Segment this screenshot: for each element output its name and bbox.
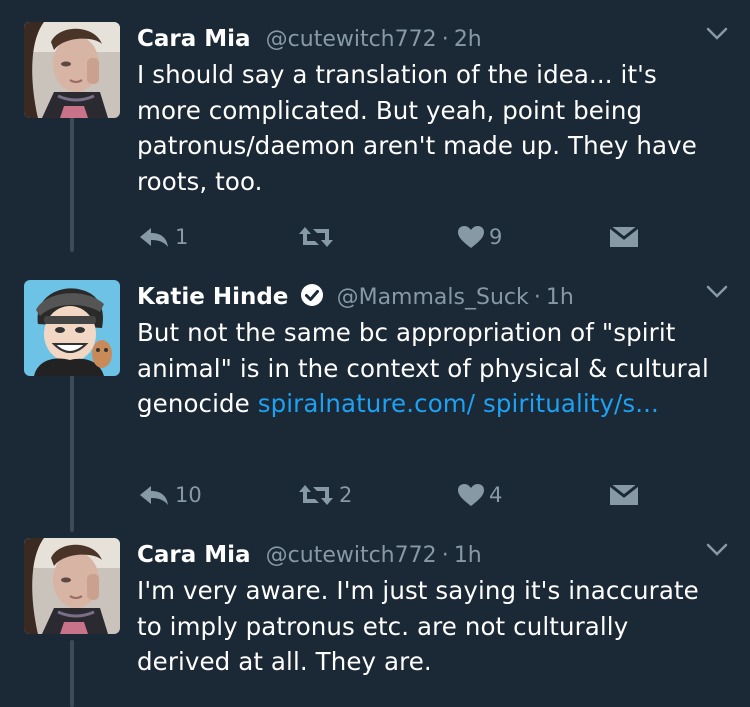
tweet-text-content: I should say a translation of the idea..… bbox=[137, 60, 697, 196]
like-count: 9 bbox=[489, 225, 503, 249]
chevron-down-icon[interactable] bbox=[706, 26, 728, 45]
verified-badge-icon bbox=[300, 283, 324, 319]
reply-count: 10 bbox=[175, 483, 202, 507]
retweet-button[interactable]: 2 bbox=[297, 480, 352, 510]
chevron-down-icon[interactable] bbox=[706, 542, 728, 561]
tweet-actions bbox=[137, 702, 647, 707]
tweet-content: Katie Hinde @Mammals_Suck · 1h But not t… bbox=[137, 280, 720, 422]
tweet-link[interactable]: spiralnature.com/ spirituality/s... bbox=[258, 389, 659, 418]
like-button[interactable]: 4 bbox=[457, 480, 502, 510]
tweet-header: Katie Hinde @Mammals_Suck · 1h bbox=[137, 280, 720, 314]
direct-message-button[interactable] bbox=[609, 222, 639, 252]
reply-count: 1 bbox=[175, 225, 189, 249]
tweet-actions: 10 2 4 bbox=[137, 480, 647, 510]
tweet-content: Cara Mia @cutewitch772 · 2h I should say… bbox=[137, 22, 720, 199]
timestamp[interactable]: 2h bbox=[454, 27, 482, 52]
display-name[interactable]: Cara Mia bbox=[137, 542, 251, 568]
like-button[interactable]: 9 bbox=[457, 222, 502, 252]
direct-message-button[interactable] bbox=[609, 480, 639, 510]
envelope-icon bbox=[609, 484, 639, 505]
retweet-count: 2 bbox=[339, 483, 353, 507]
avatar[interactable] bbox=[24, 280, 120, 376]
like-count: 4 bbox=[489, 483, 503, 507]
user-handle[interactable]: @cutewitch772 bbox=[266, 27, 437, 52]
retweet-icon bbox=[299, 227, 333, 247]
heart-icon bbox=[458, 226, 484, 248]
user-handle[interactable]: @cutewitch772 bbox=[266, 543, 437, 568]
tweet-text: But not the same bc appropriation of "sp… bbox=[137, 315, 720, 422]
display-name[interactable]: Cara Mia bbox=[137, 26, 251, 52]
avatar[interactable] bbox=[24, 22, 120, 118]
reply-button[interactable]: 10 bbox=[137, 480, 202, 510]
tweet-header: Cara Mia @cutewitch772 · 2h bbox=[137, 22, 720, 56]
avatar[interactable] bbox=[24, 538, 120, 634]
tweet-content: Cara Mia @cutewitch772 · 1h I'm very awa… bbox=[137, 538, 720, 680]
reply-icon bbox=[140, 228, 168, 247]
retweet-button[interactable] bbox=[297, 222, 339, 252]
envelope-icon bbox=[609, 226, 639, 247]
separator-dot: · bbox=[441, 543, 449, 568]
display-name[interactable]: Katie Hinde bbox=[137, 284, 288, 310]
reply-icon bbox=[140, 486, 168, 505]
tweet-text-content: I'm very aware. I'm just saying it's ina… bbox=[137, 576, 699, 676]
tweet[interactable]: Cara Mia @cutewitch772 · 1h I'm very awa… bbox=[0, 538, 750, 707]
chevron-down-icon[interactable] bbox=[706, 284, 728, 303]
retweet-icon bbox=[299, 485, 333, 505]
tweet-text: I'm very aware. I'm just saying it's ina… bbox=[137, 573, 720, 680]
timestamp[interactable]: 1h bbox=[454, 543, 482, 568]
separator-dot: · bbox=[533, 285, 541, 310]
tweet-text: I should say a translation of the idea..… bbox=[137, 57, 720, 199]
tweet[interactable]: Katie Hinde @Mammals_Suck · 1h But not t… bbox=[0, 280, 750, 530]
heart-icon bbox=[458, 484, 484, 506]
user-handle[interactable]: @Mammals_Suck bbox=[337, 285, 529, 310]
tweet-header: Cara Mia @cutewitch772 · 1h bbox=[137, 538, 720, 572]
tweet-actions: 1 9 bbox=[137, 222, 647, 252]
separator-dot: · bbox=[441, 27, 449, 52]
timestamp[interactable]: 1h bbox=[546, 285, 574, 310]
reply-button[interactable]: 1 bbox=[137, 222, 188, 252]
tweet[interactable]: Cara Mia @cutewitch772 · 2h I should say… bbox=[0, 22, 750, 262]
